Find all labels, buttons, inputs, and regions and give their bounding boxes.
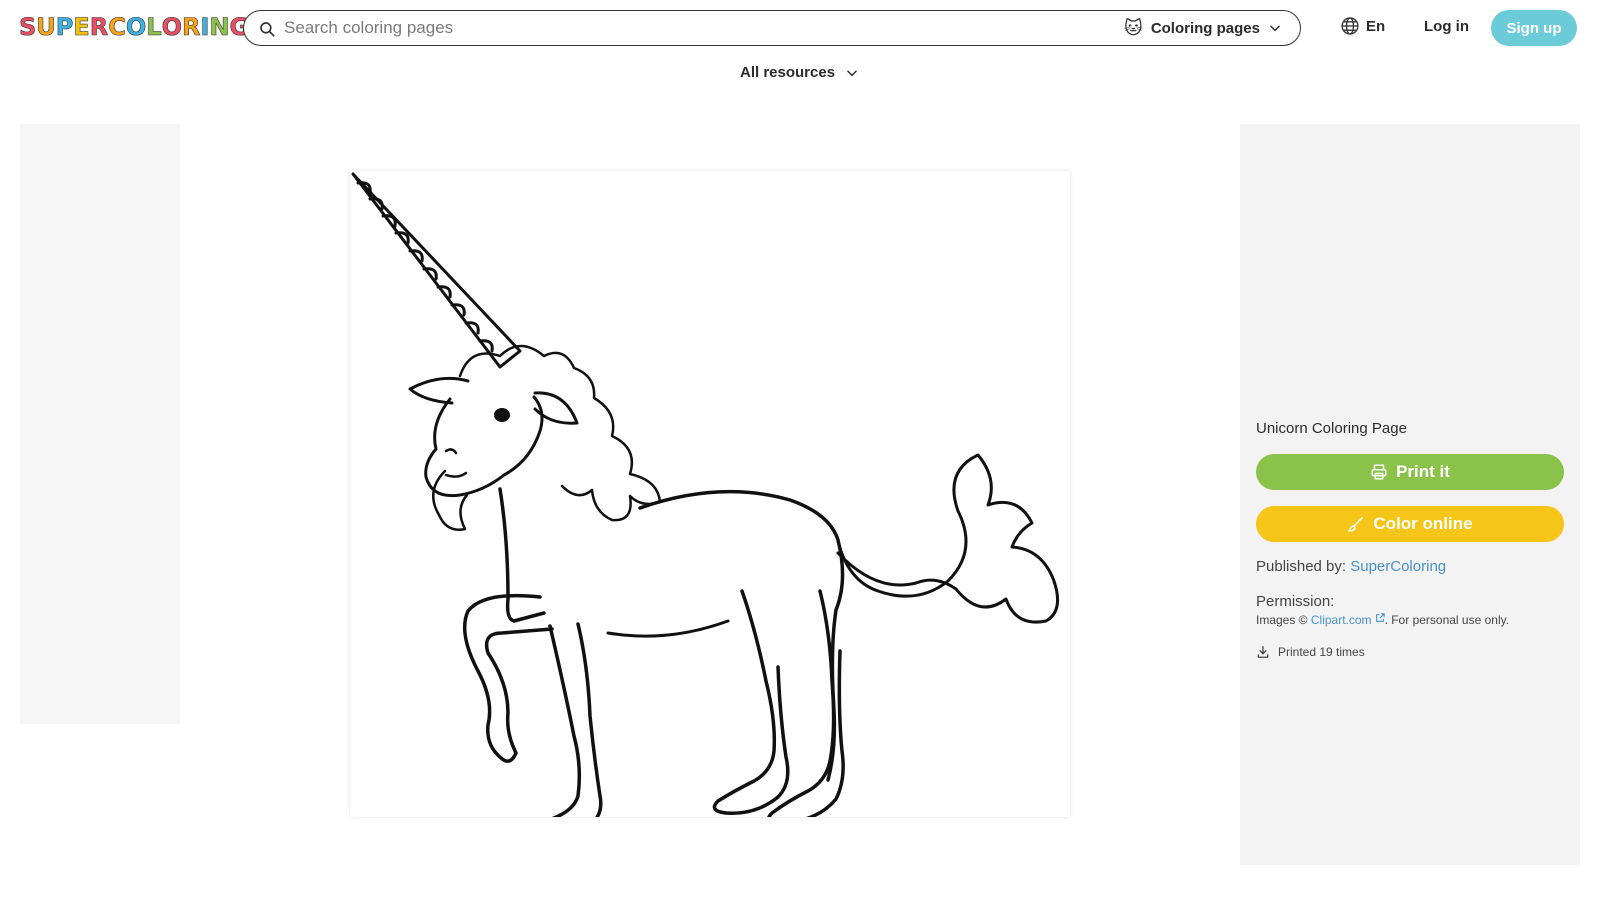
- logo-letter: P: [55, 13, 74, 41]
- logo-letter: N: [209, 13, 230, 41]
- publisher-link[interactable]: SuperColoring: [1350, 558, 1446, 575]
- language-selector[interactable]: En: [1340, 16, 1385, 36]
- search-icon[interactable]: [258, 20, 276, 38]
- print-count: Printed 19 times: [1256, 645, 1365, 659]
- globe-icon: [1341, 17, 1359, 35]
- resources-label: All resources: [740, 64, 836, 81]
- resources-dropdown[interactable]: All resources: [740, 64, 859, 81]
- logo-letter: S: [19, 13, 37, 41]
- color-online-label: Color online: [1373, 514, 1473, 533]
- coloring-image[interactable]: [350, 171, 1070, 817]
- right-ad-slot: [1240, 124, 1580, 404]
- permission-label: Permission:: [1256, 593, 1335, 610]
- logo-letter: R: [89, 13, 109, 41]
- clipart-link[interactable]: Clipart.com: [1311, 613, 1372, 627]
- print-button[interactable]: Print it: [1256, 454, 1564, 490]
- unicorn-illustration: [351, 172, 1060, 817]
- site-logo[interactable]: SUPERCOLORING: [19, 12, 250, 42]
- signup-button[interactable]: Sign up: [1491, 10, 1577, 46]
- cat-icon: 🐱: [1124, 18, 1143, 38]
- chevron-down-icon: [847, 69, 857, 76]
- logo-letter: L: [146, 13, 162, 41]
- search-bar: 🐱 Coloring pages: [243, 10, 1301, 46]
- login-link[interactable]: Log in: [1424, 18, 1469, 35]
- permission-suffix: . For personal use only.: [1384, 613, 1510, 627]
- permission-text: Images © Clipart.com . For personal use o…: [1256, 613, 1509, 627]
- language-label: En: [1366, 17, 1386, 35]
- published-prefix: Published by:: [1256, 558, 1347, 575]
- category-label: Coloring pages: [1150, 19, 1260, 37]
- external-link-icon: [1375, 613, 1385, 622]
- logo-letter: U: [36, 13, 56, 41]
- brush-icon: [1348, 517, 1364, 532]
- chevron-down-icon: [1270, 25, 1280, 32]
- print-count-label: Printed 19 times: [1278, 645, 1365, 659]
- download-icon: [1257, 646, 1269, 658]
- print-label: Print it: [1396, 462, 1450, 481]
- page-title: Unicorn Coloring Page: [1256, 420, 1407, 437]
- logo-letter: R: [182, 13, 201, 41]
- category-dropdown[interactable]: 🐱 Coloring pages: [1124, 11, 1282, 45]
- site-header: SUPERCOLORING 🐱 Coloring pages En Log in…: [0, 0, 1600, 56]
- search-input[interactable]: [284, 11, 1104, 45]
- printer-icon: [1371, 464, 1387, 480]
- logo-letter: O: [161, 13, 183, 41]
- published-by: Published by: SuperColoring: [1256, 558, 1446, 575]
- permission-prefix: Images ©: [1256, 613, 1308, 627]
- left-ad-slot: [20, 124, 180, 724]
- logo-letter: C: [108, 13, 126, 41]
- logo-letter: O: [125, 13, 147, 41]
- info-panel: Unicorn Coloring Page Print it Color onl…: [1240, 124, 1580, 865]
- logo-letter: I: [200, 13, 210, 41]
- color-online-button[interactable]: Color online: [1256, 506, 1564, 542]
- logo-letter: E: [73, 13, 90, 41]
